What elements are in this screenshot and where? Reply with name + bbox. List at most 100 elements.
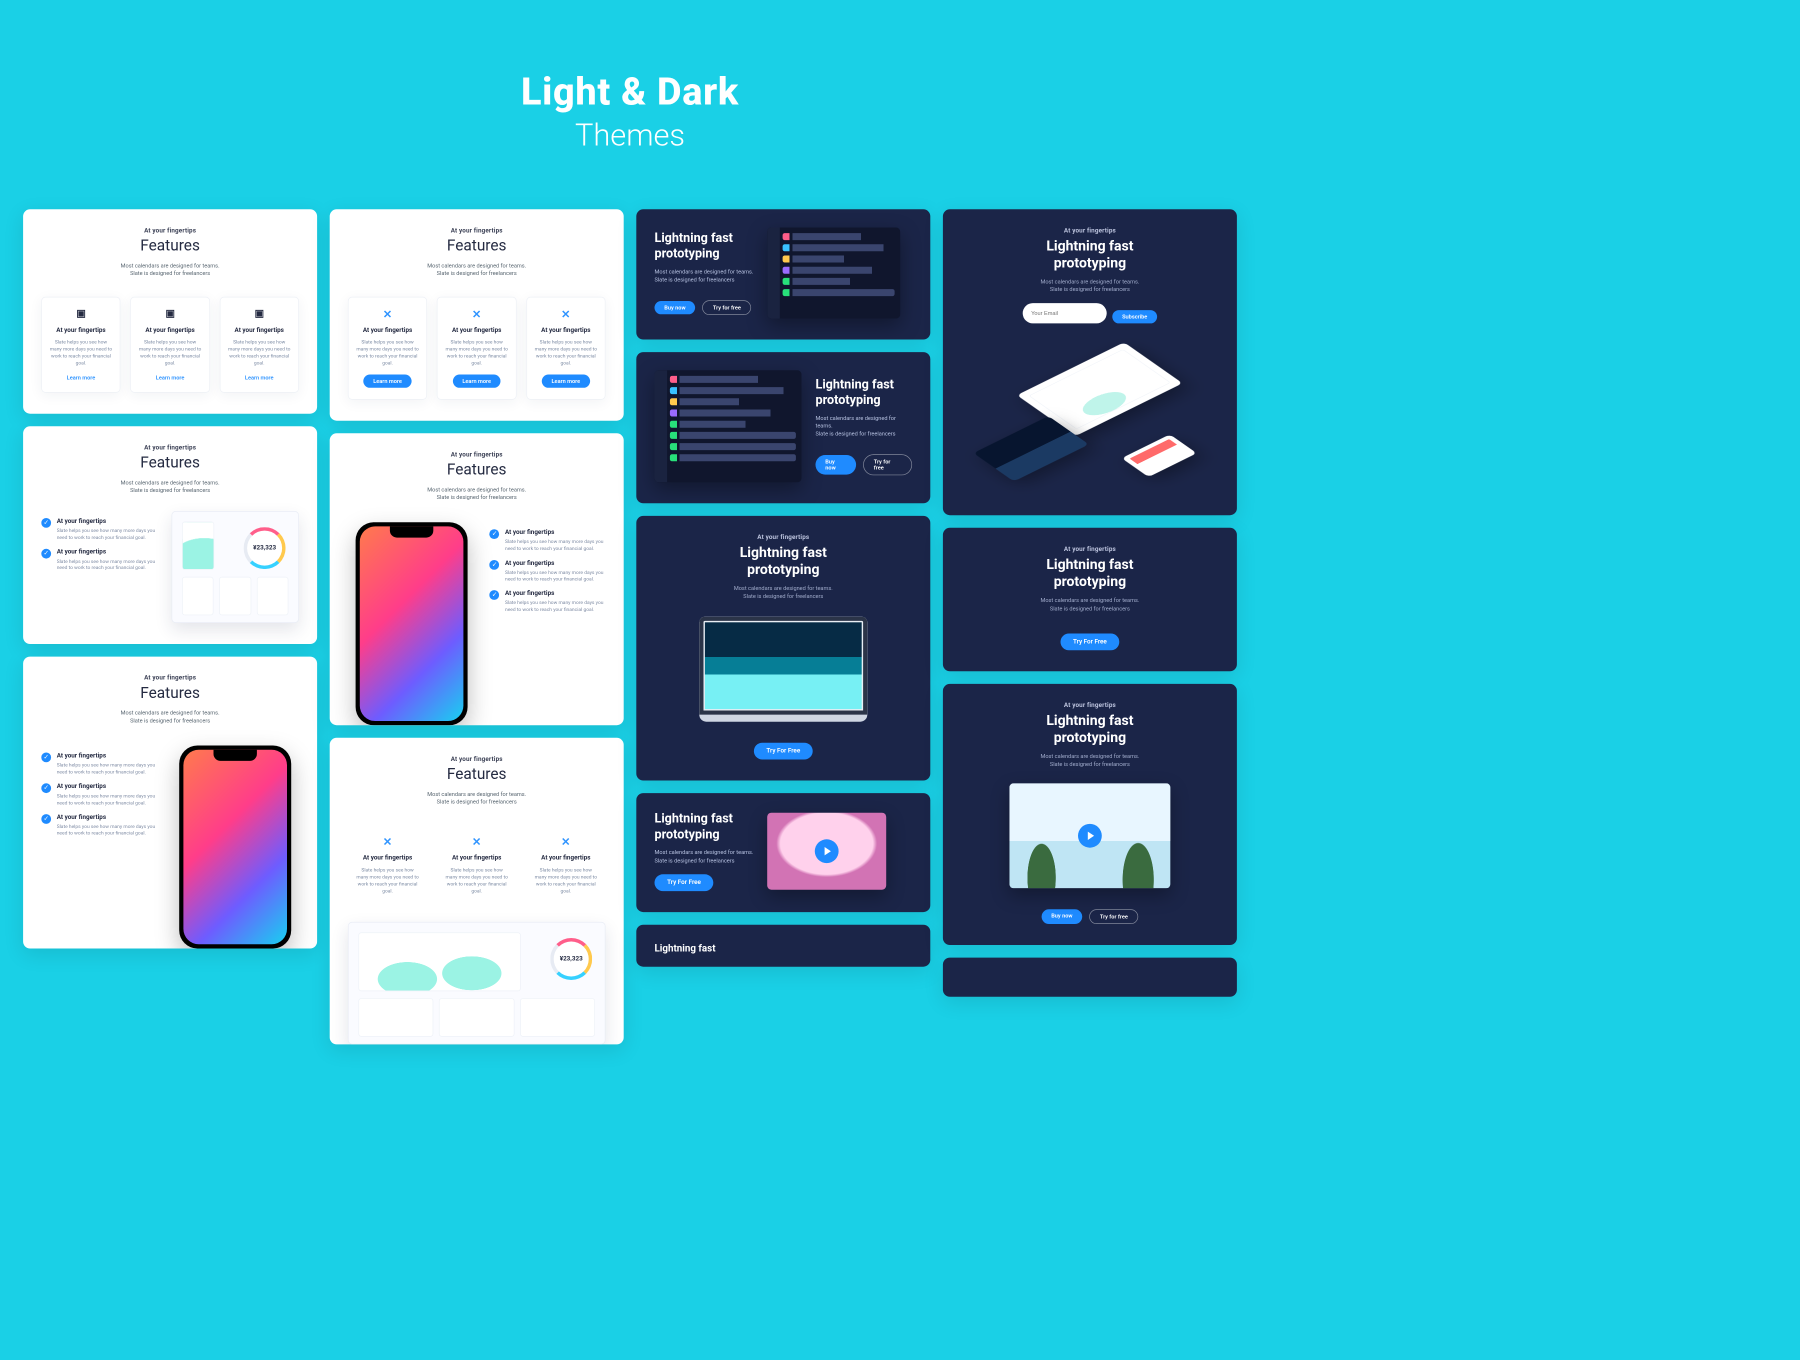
tile-title: At your fingertips [445, 327, 509, 334]
dark-card-proto-window-right[interactable]: Lightning fastprototyping Most calendars… [636, 209, 930, 339]
check-body: Slate helps you see how many more days y… [57, 824, 158, 838]
tile-title: At your fingertips [355, 855, 420, 862]
headline: prototyping [655, 247, 720, 262]
eyebrow: At your fingertips [348, 228, 606, 235]
tile[interactable]: ✕ At your fingertips Slate helps you see… [526, 297, 605, 399]
ring-stat: ¥23,323 [244, 527, 286, 569]
eyebrow: At your fingertips [961, 702, 1219, 709]
headline: Features [41, 685, 299, 703]
subtext: Most calendars are designed for teams.Sl… [961, 278, 1219, 294]
dark-card-proto-try[interactable]: At your fingertips Lightning fastprototy… [943, 528, 1237, 671]
video-thumb[interactable] [1009, 783, 1170, 888]
close-icon: ✕ [560, 835, 573, 848]
dark-card-proto-video[interactable]: Lightning fastprototyping Most calendars… [636, 793, 930, 912]
check-icon: ✓ [490, 560, 500, 570]
tiles: ▣ At your fingertips Slate helps you see… [41, 297, 299, 392]
try-button[interactable]: Try For Free [754, 743, 813, 760]
light-card-features-tiles-and-dash[interactable]: At your fingertips Features Most calenda… [330, 738, 624, 1044]
light-card-features-dashboard[interactable]: At your fingertips Features Most calenda… [23, 426, 317, 644]
light-card-features-phone-right[interactable]: At your fingertips Features Most calenda… [330, 433, 624, 725]
learn-more-link[interactable]: Learn more [138, 374, 202, 380]
tile-title: At your fingertips [49, 327, 113, 334]
headline: prototyping [655, 827, 720, 842]
check-title: At your fingertips [505, 529, 606, 536]
play-icon[interactable] [1078, 824, 1102, 848]
column-light-2: At your fingertips Features Most calenda… [330, 209, 624, 1044]
check-title: At your fingertips [505, 560, 606, 567]
check-body: Slate helps you see how many more days y… [57, 558, 158, 572]
check-body: Slate helps you see how many more days y… [57, 763, 158, 777]
headline: Features [348, 461, 606, 479]
tile[interactable]: ▣ At your fingertips Slate helps you see… [41, 297, 120, 392]
tile[interactable]: ▣ At your fingertips Slate helps you see… [130, 297, 209, 392]
picture-icon: ▣ [75, 308, 88, 321]
subscribe-button[interactable]: Subscribe [1112, 310, 1157, 323]
play-icon[interactable] [815, 839, 839, 863]
buy-button[interactable]: Buy now [816, 455, 857, 475]
try-button[interactable]: Try For Free [655, 874, 714, 891]
check-body: Slate helps you see how many more days y… [505, 600, 606, 614]
close-icon: ✕ [381, 308, 394, 321]
copy: Lightning fastprototyping Most calendars… [655, 231, 754, 315]
learn-more-link[interactable]: Learn more [227, 374, 291, 380]
try-button[interactable]: Try For Free [1060, 633, 1119, 650]
close-icon: ✕ [381, 835, 394, 848]
video-thumb[interactable] [767, 813, 886, 890]
light-card-features-tiles-pill[interactable]: At your fingertips Features Most calenda… [330, 209, 624, 420]
light-card-features-tiles-link[interactable]: At your fingertips Features Most calenda… [23, 209, 317, 413]
copy: Lightning fastprototyping Most calendars… [816, 377, 913, 475]
try-button[interactable]: Try for free [1089, 909, 1138, 924]
headline: Features [41, 454, 299, 472]
email-field[interactable] [1023, 303, 1107, 323]
app-window-mock [767, 228, 900, 319]
checklist: ✓ At your fingertips Slate helps you see… [41, 511, 157, 572]
subtext: Most calendars are designed for teams.Sl… [348, 790, 606, 806]
headline: prototyping [816, 393, 881, 408]
dark-card-proto-subscribe-iso[interactable]: At your fingertips Lightning fastprototy… [943, 209, 1237, 515]
dark-card-proto-macbook[interactable]: At your fingertips Lightning fastprototy… [636, 516, 930, 781]
dark-card-proto-window-left[interactable]: Lightning fastprototyping Most calendars… [636, 352, 930, 503]
dark-card-proto-video-center[interactable]: At your fingertips Lightning fastprototy… [943, 684, 1237, 945]
buy-button[interactable]: Buy now [1041, 909, 1082, 924]
check-icon: ✓ [41, 518, 51, 528]
tile-title: At your fingertips [534, 327, 598, 334]
dark-card-footer[interactable] [943, 958, 1237, 997]
learn-more-link[interactable]: Learn more [49, 374, 113, 380]
check-title: At your fingertips [57, 548, 158, 555]
column-dark-2: At your fingertips Lightning fastprototy… [943, 209, 1237, 1044]
check-body: Slate helps you see how many more days y… [57, 793, 158, 807]
try-button[interactable]: Try for free [863, 454, 912, 475]
subtext: Most calendars are designed for teams.Sl… [961, 752, 1219, 768]
picture-icon: ▣ [253, 308, 266, 321]
tile-body: Slate helps you see how many more days y… [356, 340, 420, 367]
check-item: ✓ At your fingertips Slate helps you see… [41, 518, 157, 542]
check-icon: ✓ [41, 548, 51, 558]
check-title: At your fingertips [505, 590, 606, 597]
tile[interactable]: ▣ At your fingertips Slate helps you see… [220, 297, 299, 392]
dark-card-proto-footer[interactable]: Lightning fast [636, 925, 930, 967]
app-window-mock [655, 370, 802, 482]
eyebrow: At your fingertips [348, 451, 606, 458]
learn-more-button[interactable]: Learn more [363, 374, 411, 387]
buy-button[interactable]: Buy now [655, 301, 696, 314]
learn-more-button[interactable]: Learn more [542, 374, 590, 387]
headline: Lightning fast [655, 812, 733, 827]
headline: Lightning fastprototyping [961, 712, 1219, 746]
tile-body: Slate helps you see how many more days y… [533, 868, 598, 895]
tile[interactable]: ✕ At your fingertips Slate helps you see… [348, 297, 427, 399]
light-card-features-phone-left[interactable]: At your fingertips Features Most calenda… [23, 657, 317, 949]
column-dark-1: Lightning fastprototyping Most calendars… [636, 209, 930, 1044]
copy: Lightning fastprototyping Most calendars… [655, 812, 754, 891]
eyebrow: At your fingertips [655, 534, 913, 541]
check-title: At your fingertips [57, 783, 158, 790]
learn-more-button[interactable]: Learn more [453, 374, 501, 387]
tile-body: Slate helps you see how many more days y… [355, 868, 420, 895]
tile[interactable]: ✕ At your fingertips Slate helps you see… [437, 297, 516, 399]
headline: Lightning fastprototyping [961, 237, 1219, 271]
subtext: Most calendars are designed for teams.Sl… [348, 262, 606, 278]
isometric-mock [961, 340, 1219, 494]
tile-body: Slate helps you see how many more days y… [534, 340, 598, 367]
check-icon: ✓ [41, 783, 51, 793]
try-button[interactable]: Try for free [702, 300, 751, 315]
headline: Features [41, 237, 299, 255]
